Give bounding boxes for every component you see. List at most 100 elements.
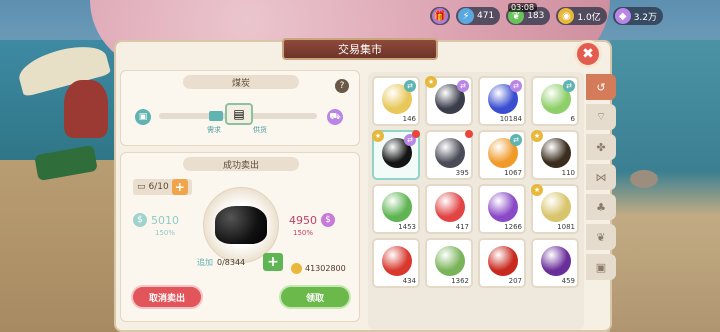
eggplant-icon bbox=[541, 246, 571, 276]
help-icon[interactable]: ? bbox=[335, 79, 349, 93]
clock: 03:08 bbox=[508, 3, 538, 12]
notification-dot bbox=[412, 130, 420, 138]
coal-icon bbox=[215, 206, 267, 244]
inventory-item-chili[interactable]: 207 bbox=[478, 238, 526, 288]
shell-icon: ⌔ bbox=[595, 110, 607, 123]
item-quantity: 1081 bbox=[557, 223, 575, 231]
claim-button[interactable]: 领取 bbox=[279, 285, 351, 309]
resource-gems[interactable]: ◆ 3.2万 bbox=[612, 7, 664, 25]
tab-plant-icon[interactable]: ♣ bbox=[586, 194, 616, 220]
inventory-item-purple-yam[interactable]: 1266 bbox=[478, 184, 526, 234]
sale-title: 成功卖出 bbox=[183, 157, 299, 171]
left-column: 煤炭 ? ▣ ▤ 需求 供货 ⛟ 成功卖出 ▭ 6/10 + $ 5010 15… bbox=[120, 70, 360, 326]
star-icon: ★ bbox=[425, 76, 437, 88]
sand-background bbox=[0, 160, 120, 332]
tab-box-icon[interactable]: ▣ bbox=[586, 254, 616, 280]
add-label: 追加 bbox=[197, 258, 213, 267]
leaf-value: 183 bbox=[527, 11, 545, 21]
inventory-item-ore[interactable]: ⇄ ★ bbox=[425, 76, 473, 126]
box-icon: ▣ bbox=[595, 260, 607, 274]
coin-icon: ◉ bbox=[558, 8, 575, 24]
item-quantity: 1453 bbox=[398, 223, 416, 231]
sale-count-value: 6/10 bbox=[148, 182, 169, 192]
lightning-icon: ⚡ bbox=[458, 8, 474, 24]
old-price: $ 5010 bbox=[133, 213, 179, 227]
trade-badge-icon: ⇄ bbox=[510, 80, 522, 92]
inventory-grid: ⇄ 146 ⇄ ★ ⇄ 10184 ⇄ 6 ⇄ ★ 395 ⇄ 1067 ★ 110 1453 417 1266 ★… bbox=[368, 72, 584, 330]
strawberry-icon bbox=[435, 192, 465, 222]
sale-count: ▭ 6/10 + bbox=[133, 179, 192, 195]
tab-pawprint-icon[interactable]: ✤ bbox=[586, 134, 616, 160]
item-quantity: 1067 bbox=[504, 169, 522, 177]
inventory-item-cabbage[interactable]: ⇄ 6 bbox=[531, 76, 579, 126]
tab-shell-icon[interactable]: ⌔ bbox=[586, 104, 616, 130]
resource-coins[interactable]: ◉ 1.0亿 bbox=[556, 7, 607, 25]
cart-icon: ⛟ bbox=[327, 109, 343, 125]
sale-section: 成功卖出 ▭ 6/10 + $ 5010 150% 4950 $ 150% 追加… bbox=[120, 152, 360, 322]
gold-total: 41302800 bbox=[291, 263, 346, 274]
new-price-pct: 150% bbox=[293, 229, 314, 237]
inventory-item-coal[interactable]: ⇄ ★ bbox=[372, 130, 420, 180]
star-icon: ★ bbox=[531, 130, 543, 142]
inventory-item-pumpkin[interactable]: ⇄ 1067 bbox=[478, 130, 526, 180]
inventory-item-tomato[interactable]: 434 bbox=[372, 238, 420, 288]
coal-plate bbox=[203, 187, 279, 263]
pawprint-icon: ✤ bbox=[596, 140, 606, 154]
trade-badge-icon: ⇄ bbox=[404, 80, 416, 92]
player-character bbox=[64, 80, 108, 138]
book-icon: ▭ bbox=[137, 182, 146, 192]
gem-icon: ◆ bbox=[614, 8, 631, 24]
tab-fish-icon[interactable]: ⋈ bbox=[586, 164, 616, 190]
greens-icon bbox=[435, 246, 465, 276]
rock bbox=[630, 170, 658, 188]
history-icon: ↺ bbox=[596, 80, 606, 94]
item-name: 煤炭 bbox=[183, 75, 299, 89]
beetle-icon bbox=[541, 138, 571, 168]
trade-badge-icon: ⇄ bbox=[457, 80, 469, 92]
demand-cube-icon: ▣ bbox=[135, 109, 151, 125]
item-quantity: 207 bbox=[508, 277, 522, 285]
gift-icon: 🎁 bbox=[432, 8, 448, 24]
category-tabs: ↺ ⌔ ✤ ⋈ ♣ ❦ ▣ bbox=[586, 74, 616, 314]
star-icon: ★ bbox=[531, 184, 543, 196]
leaf-icon: ❦ bbox=[596, 230, 606, 244]
add-value: 0/8344 bbox=[217, 258, 246, 267]
item-quantity: 459 bbox=[561, 277, 575, 285]
item-quantity: 434 bbox=[402, 277, 416, 285]
old-price-value: 5010 bbox=[151, 213, 179, 227]
star-icon: ★ bbox=[372, 130, 384, 142]
new-price: 4950 $ bbox=[289, 213, 335, 227]
beach-background bbox=[610, 40, 720, 332]
close-button[interactable]: ✖ bbox=[574, 40, 602, 68]
coin-icon bbox=[291, 263, 302, 274]
stone-coal-icon bbox=[435, 138, 465, 168]
trade-badge-icon: ⇄ bbox=[510, 134, 522, 146]
inventory-item-greens[interactable]: 1362 bbox=[425, 238, 473, 288]
cancel-sale-button[interactable]: 取消卖出 bbox=[131, 285, 203, 309]
inventory-item-strawberry[interactable]: 417 bbox=[425, 184, 473, 234]
supply-demand-marker bbox=[209, 111, 223, 121]
inventory-item-eggplant[interactable]: 459 bbox=[531, 238, 579, 288]
inventory-item-beetle[interactable]: ★ 110 bbox=[531, 130, 579, 180]
inventory-item-blueberry[interactable]: ⇄ 10184 bbox=[478, 76, 526, 126]
add-count-button[interactable]: + bbox=[171, 179, 188, 195]
price-section: 煤炭 ? ▣ ▤ 需求 供货 ⛟ bbox=[120, 70, 360, 146]
plant-icon: ♣ bbox=[596, 200, 606, 214]
new-price-value: 4950 bbox=[289, 213, 317, 227]
inventory-item-corn[interactable]: ⇄ 146 bbox=[372, 76, 420, 126]
tab-history-icon[interactable]: ↺ bbox=[586, 74, 616, 100]
gems-value: 3.2万 bbox=[633, 12, 658, 23]
inventory-item-zucchini[interactable]: 1453 bbox=[372, 184, 420, 234]
inventory-item-corn-cob[interactable]: ★ 1081 bbox=[531, 184, 579, 234]
add-button[interactable]: + bbox=[263, 253, 283, 271]
item-quantity: 1362 bbox=[451, 277, 469, 285]
crate-icon: ▤ bbox=[225, 103, 253, 125]
resource-gift[interactable]: 🎁 bbox=[430, 7, 450, 25]
purple-yam-icon bbox=[488, 192, 518, 222]
inventory-item-stone-coal[interactable]: 395 bbox=[425, 130, 473, 180]
tab-leaf-icon[interactable]: ❦ bbox=[586, 224, 616, 250]
notification-dot bbox=[465, 130, 473, 138]
resource-energy[interactable]: ⚡ 471 bbox=[456, 7, 501, 25]
item-quantity: 1266 bbox=[504, 223, 522, 231]
zucchini-icon bbox=[382, 192, 412, 222]
